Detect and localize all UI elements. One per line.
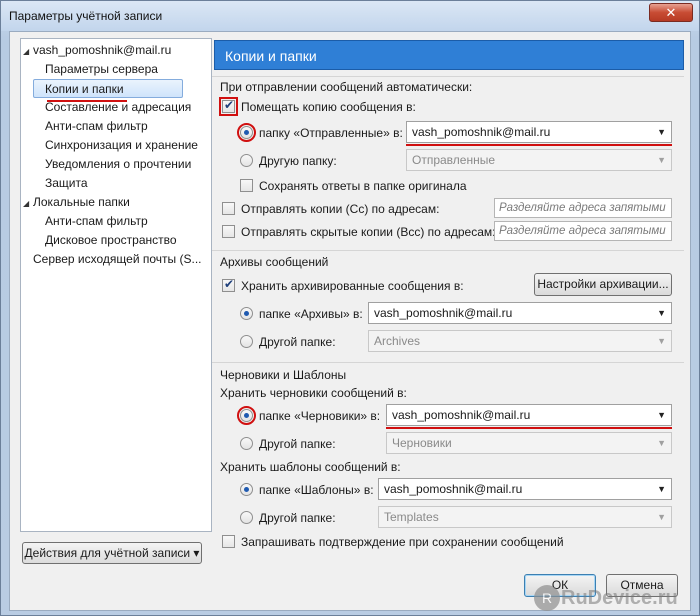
tree-item-sync[interactable]: Синхронизация и хранение bbox=[45, 136, 198, 155]
other-folder-radio[interactable] bbox=[240, 154, 253, 167]
keep-replies-label: Сохранять ответы в папке оригинала bbox=[259, 179, 467, 193]
tree-item-outgoing-server[interactable]: Сервер исходящей почты (S... bbox=[33, 250, 201, 269]
drafts-other-dropdown[interactable]: Черновики ▼ bbox=[386, 432, 672, 454]
highlight-underline bbox=[386, 427, 672, 429]
watermark: RuDevice.ru bbox=[561, 587, 678, 609]
drafts-folder-label: папке «Черновики» в: bbox=[259, 409, 381, 423]
tree-item-disk-space[interactable]: Дисковое пространство bbox=[45, 231, 177, 250]
drafts-section-heading: Черновики и Шаблоны bbox=[220, 368, 347, 382]
keep-replies-checkbox[interactable] bbox=[240, 179, 253, 192]
confirm-save-label: Запрашивать подтверждение при сохранении… bbox=[241, 535, 564, 549]
account-actions-button[interactable]: Действия для учётной записи ▾ bbox=[22, 542, 202, 564]
cc-label: Отправлять копии (Cc) по адресам: bbox=[241, 202, 440, 216]
archive-settings-button[interactable]: Настройки архивации... bbox=[534, 273, 672, 296]
expand-icon[interactable]: ◢ bbox=[23, 194, 33, 213]
chevron-down-icon: ▼ bbox=[657, 410, 666, 420]
other-folder-dropdown[interactable]: Отправленные ▼ bbox=[406, 149, 672, 171]
bcc-label: Отправлять скрытые копии (Bcc) по адреса… bbox=[241, 225, 496, 239]
chevron-down-icon: ▼ bbox=[657, 336, 666, 346]
archives-other-label: Другой папке: bbox=[259, 335, 336, 349]
tree-item-security[interactable]: Защита bbox=[45, 174, 88, 193]
templates-folder-dropdown[interactable]: vash_pomoshnik@mail.ru ▼ bbox=[378, 478, 672, 500]
templates-folder-radio[interactable] bbox=[240, 483, 253, 496]
chevron-down-icon: ▼ bbox=[657, 484, 666, 494]
drafts-folder-dropdown[interactable]: vash_pomoshnik@mail.ru ▼ bbox=[386, 404, 672, 426]
templates-folder-label: папке «Шаблоны» в: bbox=[259, 483, 374, 497]
archives-other-dropdown[interactable]: Archives ▼ bbox=[368, 330, 672, 352]
archives-folder-label: папке «Архивы» в: bbox=[259, 307, 363, 321]
account-tree: ◢ vash_pomoshnik@mail.ru Параметры сервер… bbox=[20, 38, 212, 532]
tree-item-composition[interactable]: Составление и адресация bbox=[45, 98, 191, 117]
templates-other-radio[interactable] bbox=[240, 511, 253, 524]
drafts-heading: Хранить черновики сообщений в: bbox=[220, 386, 407, 400]
tree-item-spam-filter[interactable]: Анти-спам фильтр bbox=[45, 117, 148, 136]
window-title: Параметры учётной записи bbox=[9, 9, 163, 23]
title-bar: Параметры учётной записи ✕ bbox=[1, 1, 699, 31]
chevron-down-icon: ▼ bbox=[657, 127, 666, 137]
sending-heading: При отправлении сообщений автоматически: bbox=[220, 80, 473, 94]
chevron-down-icon: ▼ bbox=[657, 512, 666, 522]
confirm-save-checkbox[interactable] bbox=[222, 535, 235, 548]
templates-other-dropdown[interactable]: Templates ▼ bbox=[378, 506, 672, 528]
close-button[interactable]: ✕ bbox=[649, 3, 693, 22]
keep-archives-checkbox[interactable] bbox=[222, 277, 235, 292]
archives-heading: Архивы сообщений bbox=[220, 255, 329, 269]
archives-folder-radio[interactable] bbox=[240, 307, 253, 320]
chevron-down-icon: ▼ bbox=[657, 155, 666, 165]
expand-icon[interactable]: ◢ bbox=[23, 42, 33, 61]
archives-folder-dropdown[interactable]: vash_pomoshnik@mail.ru ▼ bbox=[368, 302, 672, 324]
bcc-input[interactable]: Разделяйте адреса запятыми bbox=[494, 221, 672, 241]
archives-other-radio[interactable] bbox=[240, 335, 253, 348]
sent-folder-dropdown[interactable]: vash_pomoshnik@mail.ru ▼ bbox=[406, 121, 672, 143]
place-copy-label: Помещать копию сообщения в: bbox=[241, 100, 416, 114]
sent-folder-radio[interactable] bbox=[240, 126, 253, 139]
drafts-folder-radio[interactable] bbox=[240, 409, 253, 422]
chevron-down-icon: ▼ bbox=[657, 438, 666, 448]
panel-title: Копии и папки bbox=[214, 40, 684, 70]
tree-item-local-folders[interactable]: ◢ Локальные папки bbox=[23, 193, 130, 212]
sent-folder-label: папку «Отправленные» в: bbox=[259, 126, 403, 140]
place-copy-checkbox[interactable] bbox=[222, 98, 235, 113]
drafts-other-radio[interactable] bbox=[240, 437, 253, 450]
cc-input[interactable]: Разделяйте адреса запятыми bbox=[494, 198, 672, 218]
account-settings-window: Параметры учётной записи ✕ ◢ vash_pomoshn… bbox=[0, 0, 700, 616]
templates-heading: Хранить шаблоны сообщений в: bbox=[220, 460, 401, 474]
watermark-logo-icon: R bbox=[534, 585, 560, 611]
tree-item-account[interactable]: ◢ vash_pomoshnik@mail.ru bbox=[23, 41, 171, 60]
tree-item-receipts[interactable]: Уведомления о прочтении bbox=[45, 155, 191, 174]
other-folder-label: Другую папку: bbox=[259, 154, 337, 168]
tree-item-local-spam-filter[interactable]: Анти-спам фильтр bbox=[45, 212, 148, 231]
bcc-checkbox[interactable] bbox=[222, 225, 235, 238]
templates-other-label: Другой папке: bbox=[259, 511, 336, 525]
cc-checkbox[interactable] bbox=[222, 202, 235, 215]
tree-item-server-settings[interactable]: Параметры сервера bbox=[45, 60, 158, 79]
dialog-body: ◢ vash_pomoshnik@mail.ru Параметры сервер… bbox=[9, 31, 691, 611]
drafts-other-label: Другой папке: bbox=[259, 437, 336, 451]
keep-archives-label: Хранить архивированные сообщения в: bbox=[241, 279, 464, 293]
highlight-underline bbox=[406, 144, 672, 146]
tree-item-copies-folders[interactable]: Копии и папки bbox=[33, 79, 183, 98]
chevron-down-icon: ▼ bbox=[657, 308, 666, 318]
